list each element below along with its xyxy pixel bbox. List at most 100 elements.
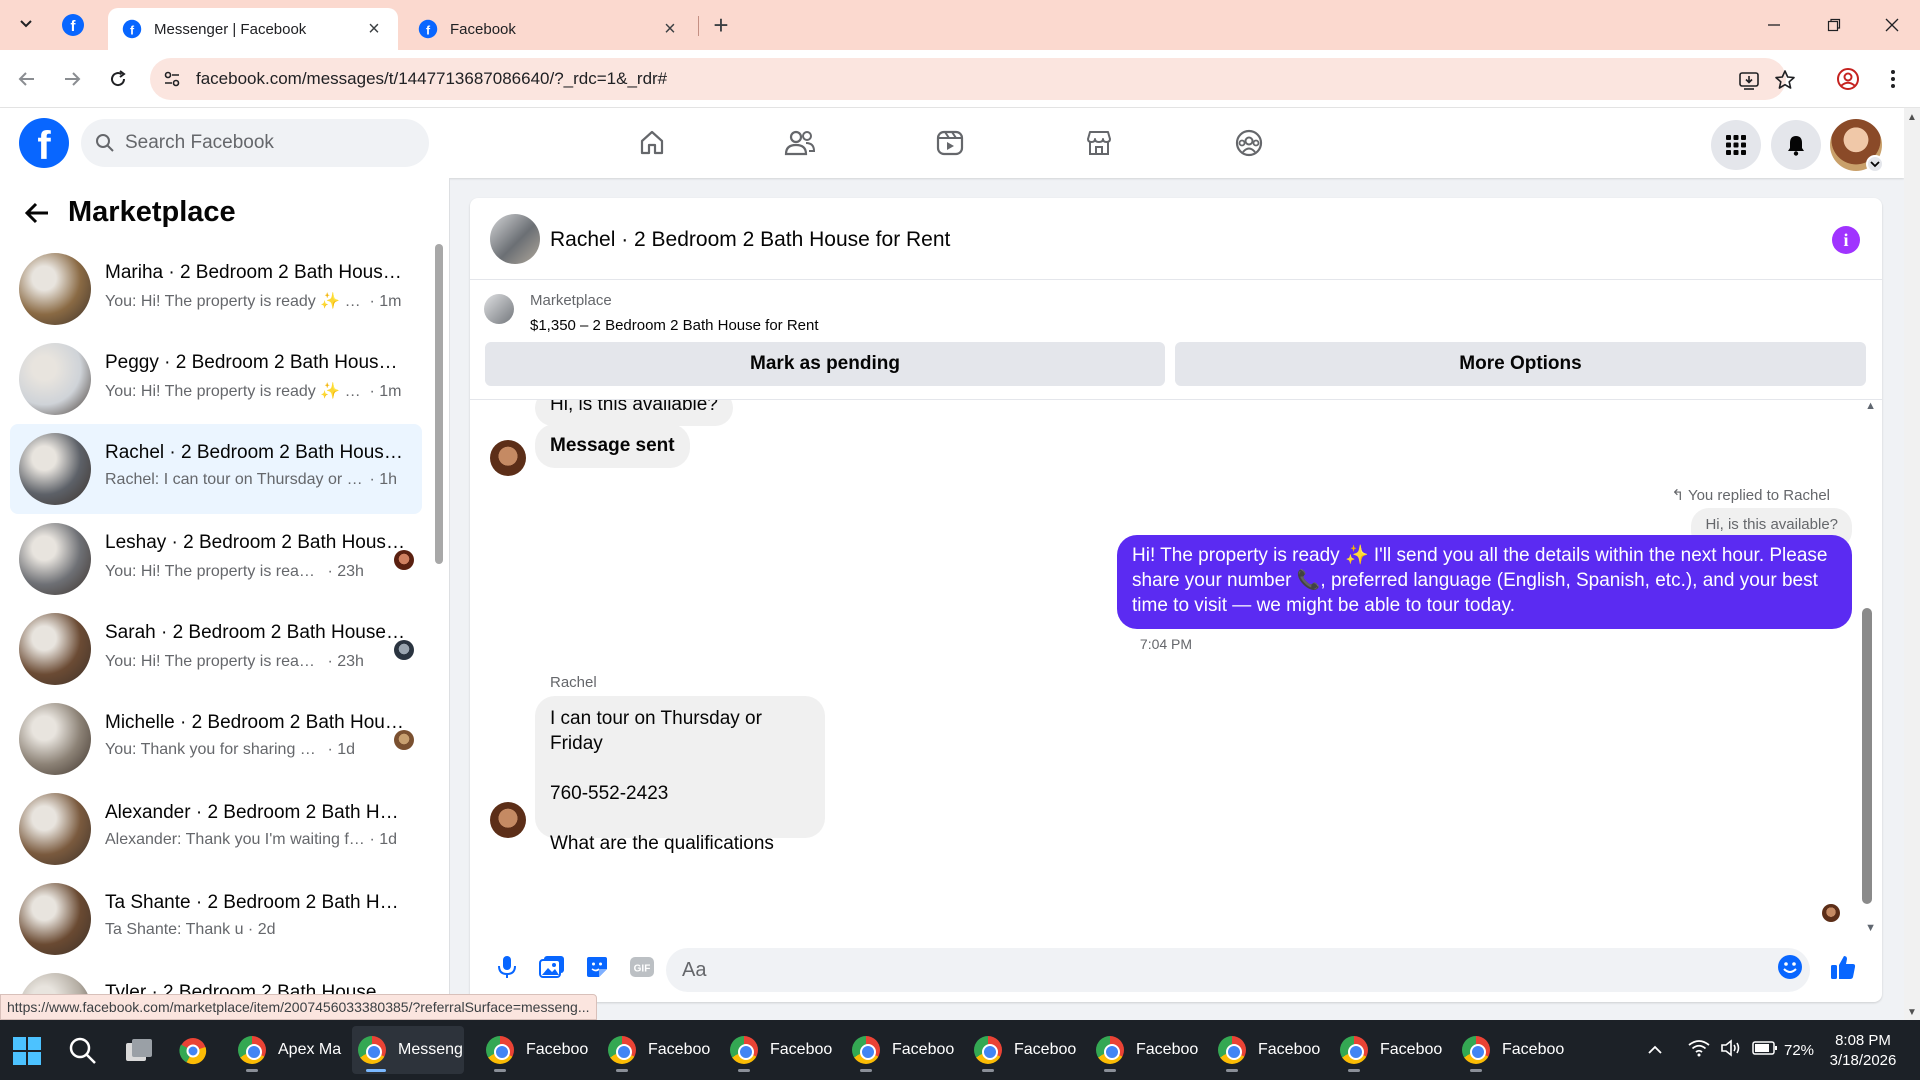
conversation-item[interactable]: Rachel · 2 Bedroom 2 Bath House for Rent… xyxy=(10,424,422,514)
running-indicator xyxy=(982,1069,994,1072)
page-scrollbar[interactable]: ▲ ▼ xyxy=(1904,108,1920,1020)
running-indicator xyxy=(1226,1069,1238,1072)
like-button[interactable] xyxy=(1826,950,1860,984)
more-options-button[interactable]: More Options xyxy=(1175,342,1866,386)
conversation-item[interactable]: Michelle · 2 Bedroom 2 Bath House for Re… xyxy=(10,694,422,784)
reload-button[interactable] xyxy=(103,64,133,94)
arrow-right-icon xyxy=(65,72,81,86)
message-bubble[interactable]: Message sent xyxy=(535,424,690,468)
gif-button[interactable]: GIF xyxy=(625,950,659,984)
scroll-up-icon[interactable]: ▲ xyxy=(1865,400,1876,412)
taskbar-app-label: Faceboo xyxy=(526,1041,589,1058)
tab-messenger[interactable]: f Messenger | Facebook × xyxy=(108,8,398,50)
sender-avatar[interactable] xyxy=(490,802,526,838)
taskbar-app-button[interactable]: Faceboo xyxy=(1334,1026,1446,1074)
sidebar-title: Marketplace xyxy=(68,196,236,228)
tab-search-button[interactable] xyxy=(12,10,40,38)
forward-button[interactable] xyxy=(57,64,87,94)
incoming-message-bubble[interactable]: I can tour on Thursday or Friday 760-552… xyxy=(535,696,825,854)
wifi-icon[interactable] xyxy=(1688,1039,1710,1061)
volume-icon[interactable] xyxy=(1720,1039,1742,1061)
nav-video[interactable] xyxy=(920,118,980,168)
voice-clip-button[interactable] xyxy=(490,950,524,984)
battery-icon[interactable] xyxy=(1752,1040,1778,1060)
back-button[interactable] xyxy=(12,64,42,94)
search-box[interactable] xyxy=(81,119,429,167)
install-app-icon[interactable] xyxy=(1738,69,1760,91)
listing-thumbnail xyxy=(19,793,91,865)
conversation-item[interactable]: Alexander · 2 Bedroom 2 Bath House for R… xyxy=(10,784,422,874)
browser-menu-button[interactable] xyxy=(1878,64,1908,94)
tab-facebook[interactable]: f Facebook × xyxy=(404,8,694,50)
taskbar-app-button[interactable]: Messeng xyxy=(352,1026,464,1074)
bell-icon xyxy=(1788,136,1804,156)
reload-icon xyxy=(111,70,126,87)
message-input[interactable] xyxy=(666,948,1810,992)
sidebar-scrollbar[interactable] xyxy=(435,244,443,564)
browser-toolbar: facebook.com/messages/t/1447713687086640… xyxy=(0,50,1920,108)
conversation-item[interactable]: Mariha · 2 Bedroom 2 Bath House for Rent… xyxy=(10,244,422,334)
bookmark-star-icon[interactable] xyxy=(1774,69,1796,91)
start-button[interactable] xyxy=(12,1036,42,1071)
site-settings-icon[interactable] xyxy=(162,69,182,89)
taskbar-app-button[interactable]: Faceboo xyxy=(968,1026,1080,1074)
taskbar-app-button[interactable]: Faceboo xyxy=(480,1026,592,1074)
listing-price[interactable]: $1,350 – 2 Bedroom 2 Bath House for Rent xyxy=(530,317,819,334)
nav-marketplace[interactable] xyxy=(1069,118,1129,168)
conversation-item[interactable]: Leshay · 2 Bedroom 2 Bath House for Rent… xyxy=(10,514,422,604)
chrome-pinned-button[interactable] xyxy=(178,1036,208,1071)
read-receipt-avatar xyxy=(394,640,414,660)
outgoing-message-bubble[interactable]: Hi! The property is ready ✨ I'll send yo… xyxy=(1117,535,1852,629)
pinned-facebook-tab[interactable]: f xyxy=(60,12,86,38)
info-icon[interactable]: i xyxy=(1832,226,1860,254)
menu-button[interactable] xyxy=(1711,120,1761,170)
preview-text: Ta Shante: Thank u xyxy=(105,921,244,938)
sticker-button[interactable] xyxy=(580,950,614,984)
taskbar-app-button[interactable]: Apex Ma xyxy=(232,1026,344,1074)
attach-photo-button[interactable] xyxy=(535,950,569,984)
new-tab-button[interactable]: + xyxy=(706,10,736,40)
task-view-button[interactable] xyxy=(124,1036,154,1071)
sender-avatar[interactable] xyxy=(490,440,526,476)
taskbar-app-button[interactable]: Faceboo xyxy=(1212,1026,1324,1074)
listing-thumbnail[interactable] xyxy=(484,294,514,324)
chat-title[interactable]: Rachel · 2 Bedroom 2 Bath House for Rent xyxy=(550,228,950,252)
profile-button[interactable] xyxy=(1833,64,1863,94)
restore-button[interactable] xyxy=(1804,0,1864,50)
conversation-item[interactable]: Ta Shante · 2 Bedroom 2 Bath House for R… xyxy=(10,874,422,964)
mark-pending-button[interactable]: Mark as pending xyxy=(485,342,1165,386)
conversation-item[interactable]: Peggy · 2 Bedroom 2 Bath House for Rent Y… xyxy=(10,334,422,424)
close-window-button[interactable] xyxy=(1862,0,1920,50)
notifications-button[interactable] xyxy=(1771,120,1821,170)
search-input[interactable] xyxy=(125,119,415,167)
taskbar-app-button[interactable]: Faceboo xyxy=(602,1026,714,1074)
taskbar-app-button[interactable]: Faceboo xyxy=(846,1026,958,1074)
facebook-logo-icon[interactable]: f xyxy=(19,118,69,168)
close-tab-icon[interactable]: × xyxy=(660,18,680,41)
chat-scrollbar[interactable] xyxy=(1862,608,1872,904)
chevron-up-icon[interactable] xyxy=(1648,1042,1662,1059)
address-bar[interactable]: facebook.com/messages/t/1447713687086640… xyxy=(150,58,1795,100)
back-arrow-icon[interactable] xyxy=(24,201,50,225)
minimize-button[interactable] xyxy=(1744,0,1804,50)
preview-text: You: Hi! The property is ready ✨ I'll se… xyxy=(105,293,365,310)
taskbar-app-button[interactable]: Faceboo xyxy=(1456,1026,1568,1074)
nav-groups[interactable] xyxy=(1219,118,1279,168)
search-button[interactable] xyxy=(68,1036,98,1071)
message-bubble[interactable]: Hi, is this available? xyxy=(535,400,733,426)
conversation-item[interactable]: Sarah · 2 Bedroom 2 Bath House for Rent Y… xyxy=(10,604,422,694)
emoji-button[interactable] xyxy=(1773,950,1807,984)
account-avatar[interactable] xyxy=(1830,119,1884,173)
taskbar-app-button[interactable]: Faceboo xyxy=(1090,1026,1202,1074)
close-tab-icon[interactable]: × xyxy=(364,18,384,41)
nav-friends[interactable] xyxy=(770,118,830,168)
scroll-up-icon[interactable]: ▲ xyxy=(1907,112,1917,123)
browser-tab-strip: f f Messenger | Facebook × f Facebook × … xyxy=(0,0,1920,50)
taskbar-app-button[interactable]: Faceboo xyxy=(724,1026,836,1074)
taskbar-app-label: Faceboo xyxy=(892,1041,955,1058)
scroll-down-icon[interactable]: ▼ xyxy=(1907,1007,1917,1018)
chat-avatar[interactable] xyxy=(490,214,540,264)
minimize-icon xyxy=(1768,24,1780,26)
clock[interactable]: 8:08 PM 3/18/2026 xyxy=(1818,1031,1908,1071)
nav-home[interactable] xyxy=(622,118,682,168)
